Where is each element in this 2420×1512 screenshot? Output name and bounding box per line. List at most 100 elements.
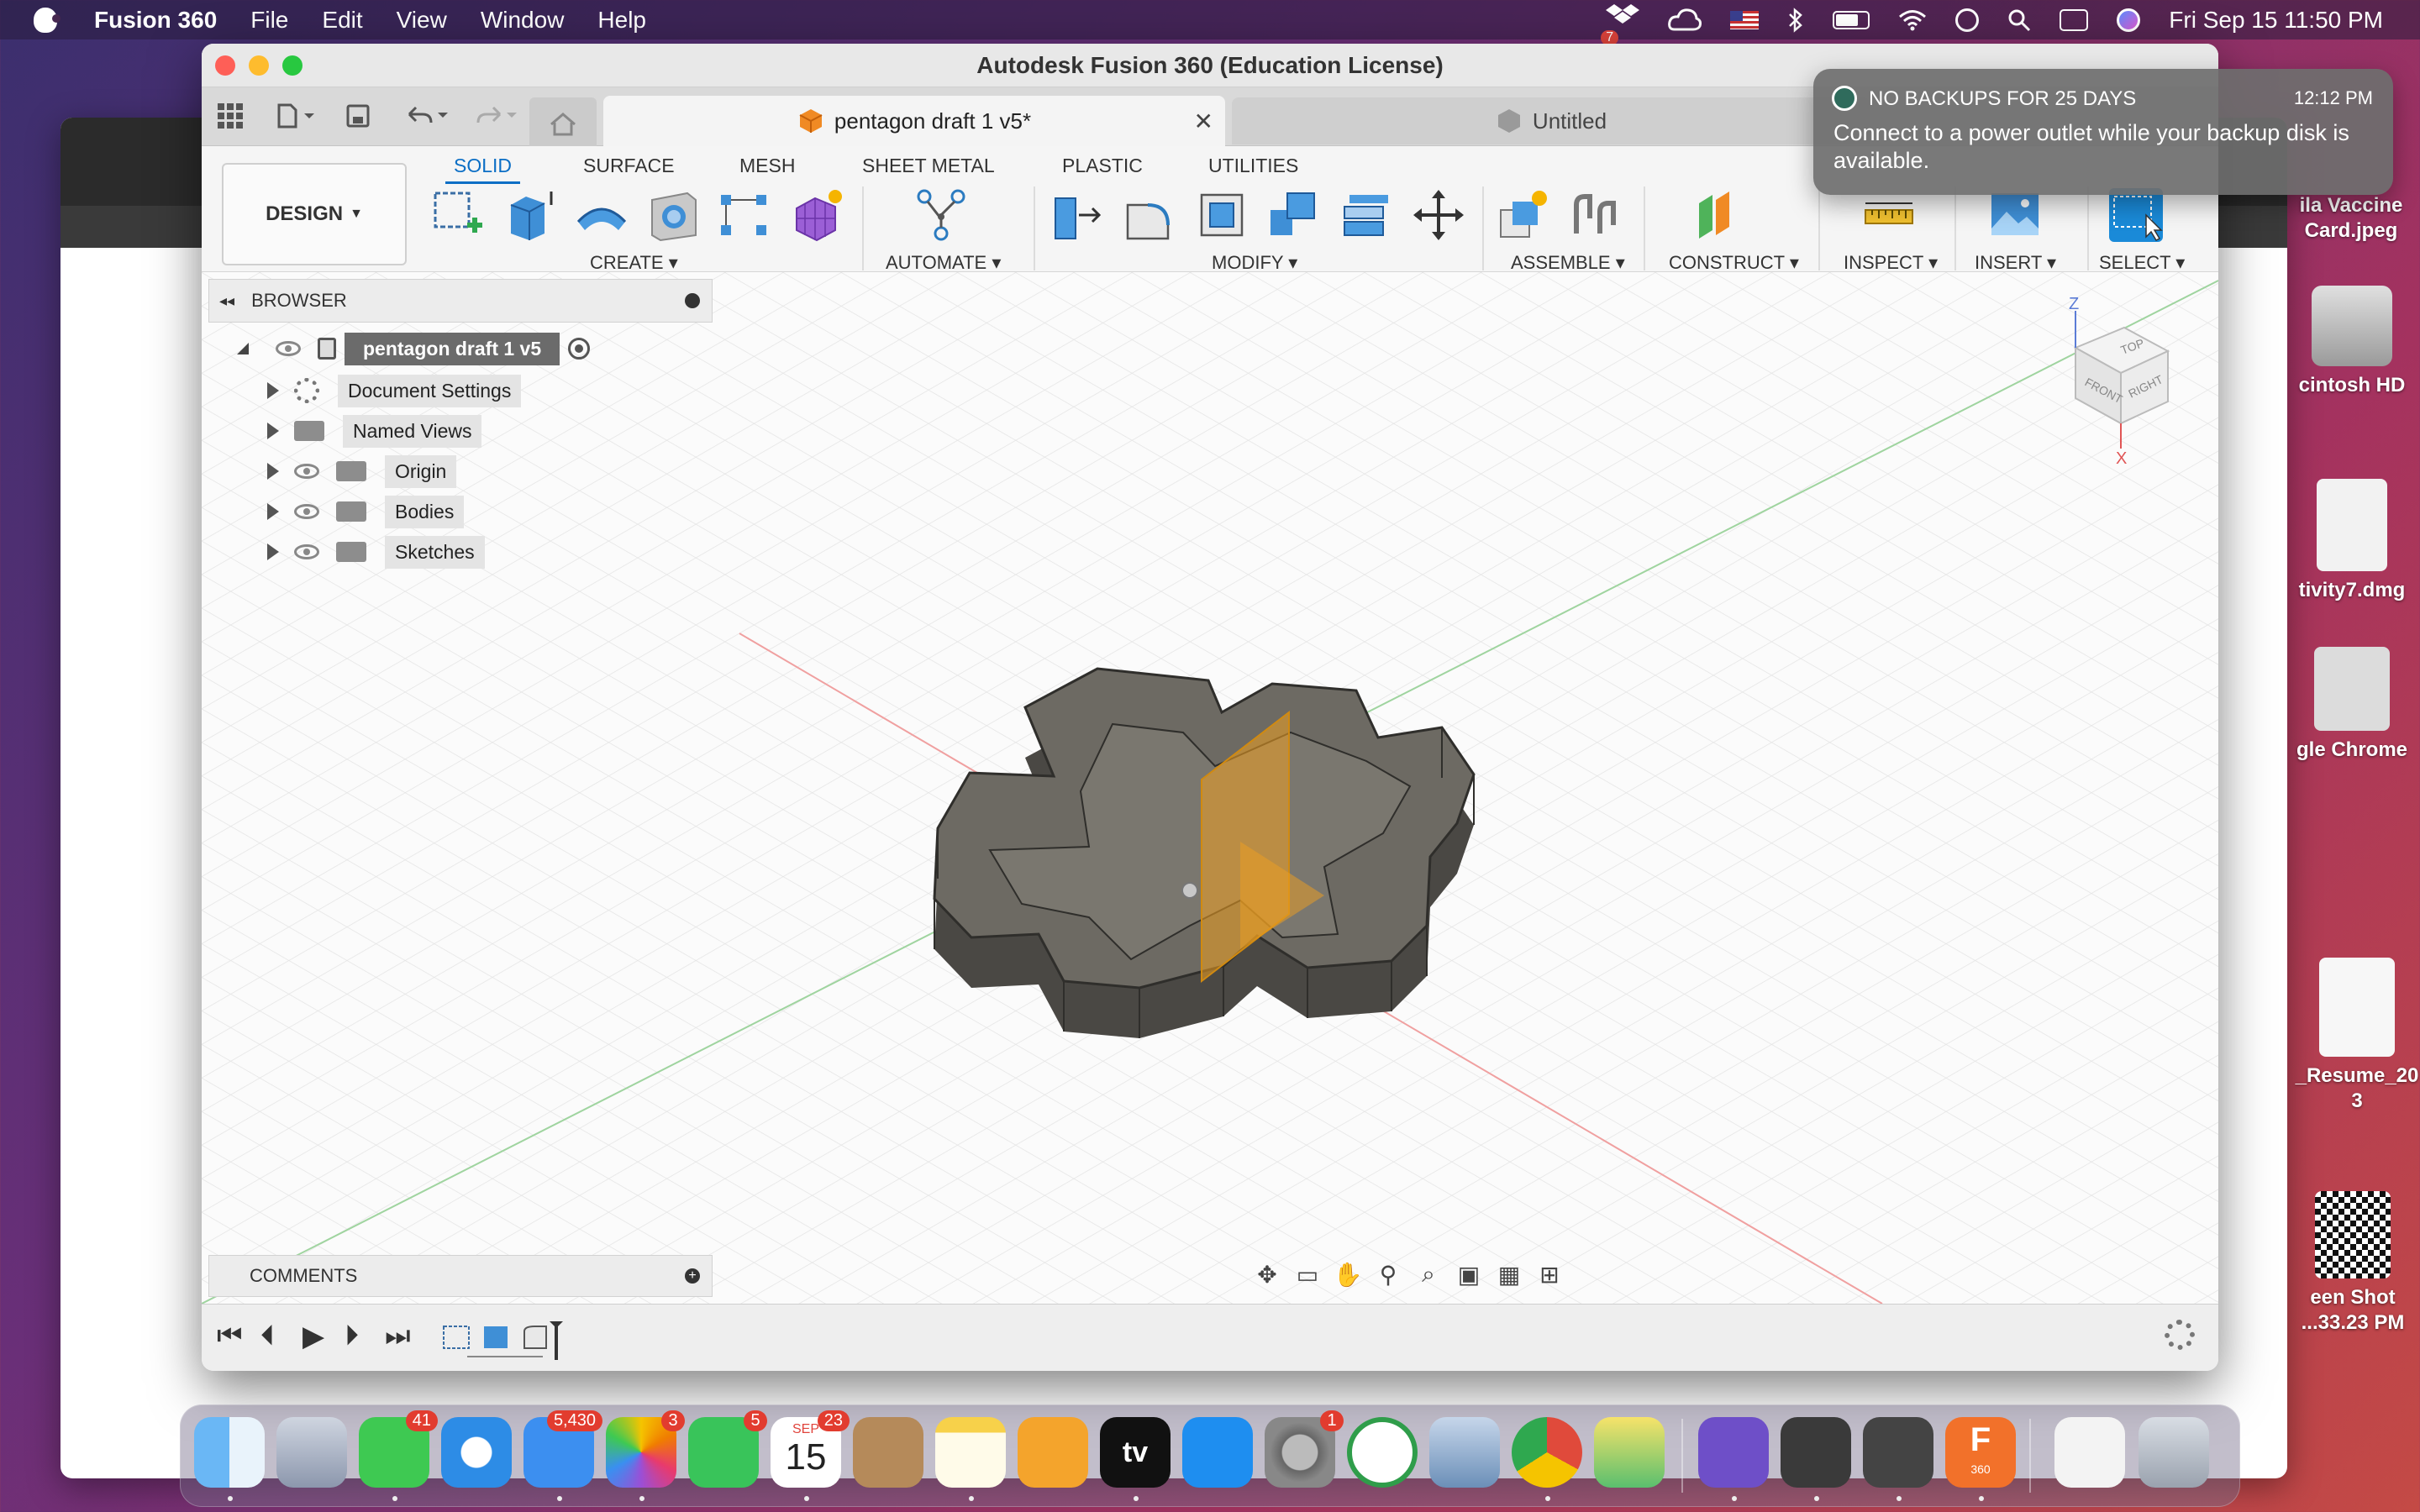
orbit-icon[interactable]: ✥	[1253, 1260, 1281, 1289]
new-component-icon[interactable]	[1496, 188, 1549, 242]
safari-icon[interactable]	[441, 1417, 512, 1488]
tab-untitled[interactable]: Untitled	[1232, 97, 1870, 144]
visibility-eye-icon[interactable]	[276, 341, 301, 356]
workspace-switcher[interactable]: DESIGN ▼	[222, 163, 407, 265]
us-flag-icon[interactable]	[1730, 10, 1760, 29]
visibility-eye-icon[interactable]	[294, 464, 319, 479]
revolve-icon[interactable]	[575, 188, 629, 242]
step-back-icon[interactable]: ⏴	[260, 1320, 275, 1352]
group-automate[interactable]: AUTOMATE ▾	[886, 252, 1001, 274]
insert-image-icon[interactable]	[1988, 188, 2042, 242]
automate-icon[interactable]	[914, 188, 968, 242]
time-machine-icon[interactable]	[1955, 8, 1980, 32]
group-insert[interactable]: INSERT ▾	[1975, 252, 2056, 274]
tab-sheet-metal[interactable]: SHEET METAL	[862, 155, 995, 177]
create-sketch-icon[interactable]	[430, 188, 484, 242]
view-cube[interactable]: TOP FRONT RIGHT Z X	[2050, 297, 2185, 465]
browser-item-sketches[interactable]: Sketches	[267, 533, 485, 571]
minimize-panel-icon[interactable]	[685, 293, 700, 308]
data-panel-grid-icon[interactable]	[212, 97, 249, 134]
redo-icon[interactable]	[467, 97, 526, 134]
desktop-icon-screenshot[interactable]: een Shot ...33.23 PM	[2286, 1191, 2420, 1336]
notes-icon[interactable]	[935, 1417, 1006, 1488]
zoom-window-button[interactable]	[282, 55, 302, 76]
move-icon[interactable]	[1412, 188, 1465, 242]
siri-icon[interactable]	[2117, 8, 2141, 32]
grid-settings-icon[interactable]: ▦	[1495, 1260, 1523, 1289]
keychain-icon[interactable]	[1863, 1417, 1933, 1488]
expand-triangle-icon[interactable]	[267, 423, 279, 439]
system-preferences-icon[interactable]: 1	[1265, 1410, 1344, 1488]
viewports-icon[interactable]: ⊞	[1535, 1260, 1564, 1289]
play-icon[interactable]: ▶	[302, 1320, 324, 1353]
desktop-icon-macintosh-hd[interactable]: cintosh HD	[2289, 286, 2415, 398]
zoom-icon[interactable]: ⚲	[1374, 1260, 1402, 1289]
wifi-icon[interactable]	[1898, 9, 1927, 31]
github-desktop-icon[interactable]	[1698, 1417, 1769, 1488]
menu-clock[interactable]: Fri Sep 15 11:50 PM	[2169, 7, 2383, 34]
screen-sharing-icon[interactable]	[1594, 1417, 1665, 1488]
menu-file[interactable]: File	[250, 7, 288, 34]
group-assemble[interactable]: ASSEMBLE ▾	[1511, 252, 1625, 274]
visibility-eye-icon[interactable]	[294, 544, 319, 559]
canvas-viewport[interactable]: TOP FRONT RIGHT Z X ◂◂ BROWSER pentagon …	[202, 272, 2218, 1304]
save-icon[interactable]	[339, 97, 376, 134]
apple-menu-icon[interactable]	[34, 7, 60, 33]
form-icon[interactable]	[790, 188, 844, 242]
preview-icon[interactable]	[1429, 1417, 1500, 1488]
messages-icon[interactable]: 41	[359, 1410, 438, 1488]
close-window-button[interactable]	[215, 55, 235, 76]
extrude-icon[interactable]	[502, 188, 556, 242]
pentagon-body-model[interactable]	[202, 272, 2218, 1304]
display-settings-icon[interactable]: ▣	[1455, 1260, 1483, 1289]
contacts-icon[interactable]	[853, 1417, 923, 1488]
desktop-icon-chrome[interactable]: gle Chrome	[2289, 647, 2415, 763]
menu-window[interactable]: Window	[481, 7, 565, 34]
group-modify[interactable]: MODIFY ▾	[1212, 252, 1297, 274]
fillet-icon[interactable]	[1123, 188, 1176, 242]
desktop-icon-resume[interactable]: _Resume_20 3	[2294, 958, 2420, 1114]
comments-panel[interactable]: COMMENTS +	[208, 1255, 713, 1297]
timeline-features[interactable]	[442, 1321, 593, 1363]
desktop-icon-vaccine-card[interactable]: ila Vaccine Card.jpeg	[2275, 193, 2420, 244]
add-comment-icon[interactable]: +	[685, 1268, 700, 1284]
go-to-end-icon[interactable]: ⏭	[385, 1320, 411, 1352]
finder-icon[interactable]	[194, 1417, 265, 1488]
desktop-icon-dmg[interactable]: tivity7.dmg	[2289, 479, 2415, 603]
timeline-settings-gear-icon[interactable]	[2165, 1320, 2195, 1350]
activate-radio-icon[interactable]	[568, 338, 591, 360]
go-to-start-icon[interactable]: ⏮	[217, 1320, 243, 1352]
tab-utilities[interactable]: UTILITIES	[1208, 155, 1298, 177]
tab-solid[interactable]: SOLID	[445, 155, 521, 184]
group-create[interactable]: CREATE ▾	[590, 252, 678, 274]
expand-triangle-icon[interactable]	[267, 503, 279, 520]
dropbox-icon[interactable]: 7	[1601, 3, 1640, 45]
collapse-triangle-icon[interactable]	[237, 343, 249, 354]
menu-view[interactable]: View	[397, 7, 447, 34]
photos-icon[interactable]: 3	[606, 1410, 685, 1488]
tab-surface[interactable]: SURFACE	[583, 155, 675, 177]
sublime-text-icon[interactable]	[1781, 1417, 1851, 1488]
menu-app-name[interactable]: Fusion 360	[94, 7, 217, 34]
pattern-icon[interactable]	[718, 188, 771, 242]
bluetooth-icon[interactable]	[1787, 7, 1804, 33]
apple-tv-icon[interactable]: tv	[1100, 1417, 1171, 1488]
offset-face-icon[interactable]	[1339, 188, 1393, 242]
pages-icon[interactable]	[1018, 1417, 1088, 1488]
browser-item-origin[interactable]: Origin	[267, 452, 457, 491]
undo-icon[interactable]	[398, 97, 457, 134]
sketch-feature-icon[interactable]	[443, 1326, 470, 1349]
extrude-feature-icon[interactable]	[484, 1326, 508, 1348]
pan-hand-icon[interactable]: ✋	[1334, 1260, 1363, 1289]
backup-notification[interactable]: NO BACKUPS FOR 25 DAYS 12:12 PM Connect …	[1813, 69, 2393, 195]
menu-edit[interactable]: Edit	[322, 7, 362, 34]
browser-item-named-views[interactable]: Named Views	[267, 412, 482, 450]
creative-cloud-icon[interactable]	[1668, 8, 1702, 33]
group-inspect[interactable]: INSPECT ▾	[1844, 252, 1938, 274]
close-tab-icon[interactable]: ✕	[1194, 108, 1213, 135]
step-forward-icon[interactable]: ⏵	[345, 1320, 359, 1352]
collapse-browser-icon[interactable]: ◂◂	[219, 292, 234, 310]
trash-icon[interactable]	[2139, 1417, 2209, 1488]
tab-mesh[interactable]: MESH	[739, 155, 795, 177]
menu-help[interactable]: Help	[597, 7, 646, 34]
